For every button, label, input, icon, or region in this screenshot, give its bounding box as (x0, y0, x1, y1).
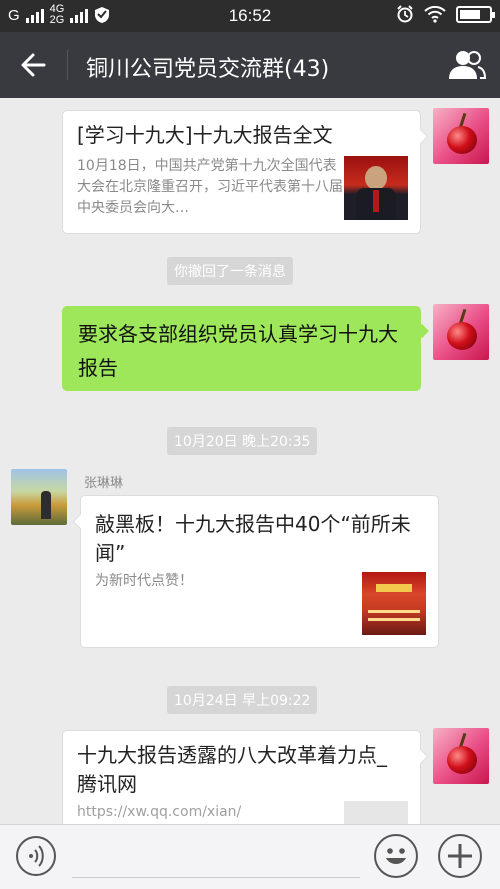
link-card-desc: 为新时代点赞！ (95, 573, 193, 589)
timestamp: 10月24日 早上09:22 (167, 686, 318, 714)
link-card-desc: https://xw.qq.com/xian/ (77, 804, 242, 820)
recall-notice: 你撤回了一条消息 (167, 257, 293, 285)
link-card-title: 敲黑板！十九大报告中40个“前所未闻” (95, 512, 411, 565)
status-bar: G 4G 2G 16:52 (0, 0, 500, 32)
group-members-icon[interactable] (448, 49, 486, 81)
sender-name: 张琳琳 (84, 476, 124, 491)
wifi-icon (424, 5, 446, 23)
link-card-eight-reforms[interactable]: 十九大报告透露的八大改革着力点_腾讯网 https://xw.qq.com/xi… (62, 730, 421, 824)
header-divider (67, 50, 68, 80)
page-title: 铜川公司党员交流群(43) (86, 57, 330, 82)
voice-icon (29, 845, 44, 867)
input-bar (0, 824, 500, 889)
link-card-40-unprecedented[interactable]: 敲黑板！十九大报告中40个“前所未闻” 为新时代点赞！ (80, 495, 439, 648)
link-card-thumbnail (344, 156, 408, 220)
my-avatar[interactable] (433, 728, 489, 784)
battery-icon (456, 5, 495, 23)
sender-avatar[interactable] (11, 469, 67, 525)
link-card-thumbnail (362, 572, 426, 635)
plus-icon (448, 844, 472, 868)
emoji-icon (386, 848, 406, 864)
chat-area[interactable]: [学习十九大]十九大报告全文 10月18日，中国共产党第十九次全国代表大会在北京… (0, 98, 500, 824)
voice-button[interactable] (16, 836, 56, 876)
message-input[interactable] (72, 877, 360, 878)
my-avatar[interactable] (433, 108, 489, 164)
link-card-report-full-text[interactable]: [学习十九大]十九大报告全文 10月18日，中国共产党第十九次全国代表大会在北京… (62, 110, 421, 234)
timestamp: 10月20日 晚上20:35 (167, 427, 318, 455)
alarm-icon (397, 5, 413, 23)
status-right (396, 5, 495, 23)
link-card-thumbnail (344, 801, 408, 824)
back-arrow-icon[interactable] (18, 49, 50, 81)
chat-header: 铜川公司党员交流群(43) (0, 32, 500, 98)
link-card-desc: 10月18日，中国共产党第十九次全国代表大会在北京隆重召开，习近平代表第十八届中… (77, 158, 343, 216)
link-card-title: [学习十九大]十九大报告全文 (77, 123, 333, 147)
emoji-button[interactable] (374, 834, 418, 878)
text-message-content: 要求各支部组织党员认真学习十九大报告 (78, 322, 398, 380)
my-avatar[interactable] (433, 304, 489, 360)
text-message-bubble[interactable]: 要求各支部组织党员认真学习十九大报告 (62, 306, 421, 391)
link-card-title: 十九大报告透露的八大改革着力点_腾讯网 (77, 743, 387, 796)
more-button[interactable] (438, 834, 482, 878)
